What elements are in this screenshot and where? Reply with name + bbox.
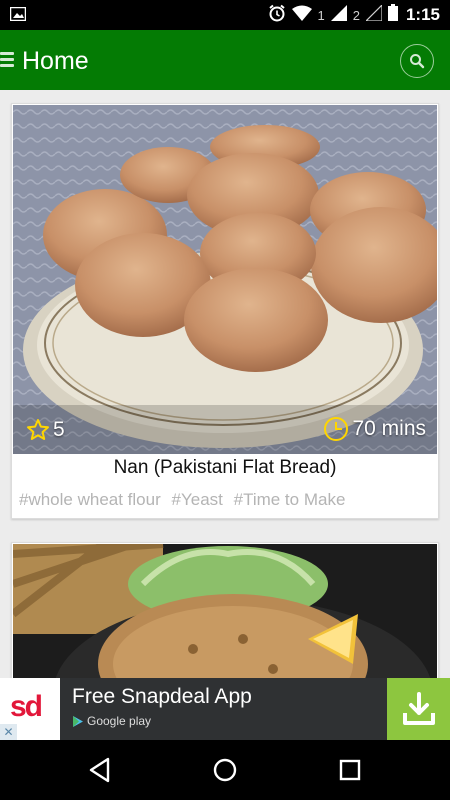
cook-time-value: 70 mins [352, 417, 426, 440]
recents-icon[interactable] [338, 757, 362, 788]
store-label: Google play [87, 714, 152, 728]
tag[interactable]: #Time to Make [234, 490, 346, 509]
recipe-title[interactable]: Nan (Pakistani Flat Bread) [12, 457, 438, 479]
recipe-feed[interactable]: 5 70 mins Nan (Pakistani Flat Bread) #wh… [0, 90, 450, 678]
back-icon[interactable] [88, 757, 112, 788]
ad-store: Google play [73, 714, 151, 728]
image-notification-icon [9, 6, 27, 26]
signal-icon [330, 4, 347, 26]
sim2-label: 2 [352, 7, 360, 23]
recipe-card[interactable] [11, 542, 439, 678]
ad-banner[interactable]: sd ✕ Free Snapdeal App Google play [0, 678, 450, 740]
recipe-card[interactable]: 5 70 mins Nan (Pakistani Flat Bread) #wh… [11, 103, 439, 519]
search-icon [410, 54, 425, 69]
rating-value: 5 [53, 418, 65, 441]
signal-icon [364, 3, 383, 26]
recipe-tags: #whole wheat flour #Yeast #Time to Make [19, 490, 351, 510]
rating: 5 [26, 418, 65, 442]
ad-logo-text: sd [10, 690, 43, 723]
wifi-icon [291, 5, 312, 26]
status-bar: 1 2 1:15 [0, 0, 450, 30]
menu-icon[interactable] [0, 52, 14, 68]
app-bar: Home [0, 30, 450, 90]
google-play-icon [73, 715, 83, 727]
home-icon[interactable] [212, 757, 238, 788]
clock: 1:15 [405, 5, 440, 24]
sim1-label: 1 [317, 7, 325, 23]
close-icon[interactable]: ✕ [0, 724, 17, 740]
cook-time: 70 mins [323, 416, 426, 442]
search-button[interactable] [400, 44, 434, 78]
page-title: Home [22, 47, 89, 75]
download-icon [403, 692, 435, 725]
recipe-photo[interactable]: 5 70 mins [13, 105, 437, 454]
battery-icon [387, 4, 398, 26]
download-button[interactable] [387, 678, 450, 740]
tag[interactable]: #whole wheat flour [19, 490, 161, 509]
ad-title[interactable]: Free Snapdeal App [72, 685, 252, 709]
navigation-bar [0, 740, 450, 800]
alarm-icon [268, 4, 286, 27]
tag[interactable]: #Yeast [172, 490, 223, 509]
recipe-photo[interactable] [13, 544, 437, 678]
star-icon [27, 419, 49, 440]
clock-icon [324, 417, 349, 441]
